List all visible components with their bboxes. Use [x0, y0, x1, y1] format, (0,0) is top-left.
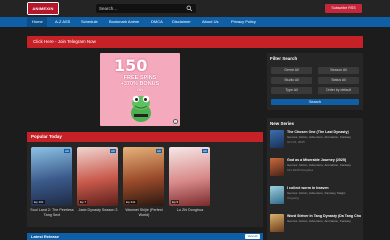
subscribe-rss-button[interactable]: Subscribe RSS — [325, 4, 362, 13]
nav-dmca[interactable]: DMCA — [151, 17, 163, 27]
series-date: Ongoing — [287, 196, 299, 200]
anime-card-title[interactable]: Lu Zhi Donghua — [166, 208, 214, 213]
latest-release-header: Latest Release View All — [27, 233, 263, 240]
ad-info-icon[interactable]: i — [173, 119, 178, 124]
nav-bookmark[interactable]: Bookmark Anime — [109, 17, 139, 27]
hd-badge: HD — [201, 149, 208, 153]
nav-schedule[interactable]: Schedule — [81, 17, 98, 27]
series-item[interactable]: Word Striver In Tang Dynasty (Da Tang Ch… — [270, 213, 361, 240]
site-logo[interactable]: ANIMEXIN — [27, 2, 59, 15]
series-genres: Genres: Action, Adventure, Animation, Fa… — [287, 135, 351, 139]
studio-select[interactable]: Studio All — [271, 77, 312, 84]
series-thumbnail[interactable] — [270, 158, 284, 176]
hd-badge: HD — [155, 149, 162, 153]
search-box[interactable]: Search... — [96, 4, 196, 13]
series-thumbnail[interactable] — [270, 186, 284, 204]
top-header: ANIMEXIN Search... Subscribe RSS — [0, 0, 390, 17]
anime-card-title[interactable]: Soul Land 2: The Peerless Tang Sect — [28, 208, 76, 218]
latest-release-heading: Latest Release — [31, 234, 60, 239]
series-title[interactable]: Word Striver In Tang Dynasty (Da Tang Ch… — [287, 214, 361, 218]
status-select[interactable]: Status All — [318, 77, 359, 84]
anime-card-poster[interactable]: HD Ep 5 — [169, 147, 210, 206]
anime-card-title[interactable]: Jade Dynasty Season 3 — [74, 208, 122, 213]
series-thumbnail[interactable] — [270, 214, 284, 232]
series-genres: Genres: Action, Adventure, Fantasy, Magi… — [287, 191, 346, 195]
filter-panel: Filter Search Genre All Season All Studi… — [267, 53, 363, 110]
main-nav: Home A-Z ASS Schedule Bookmark Anime DMC… — [0, 17, 390, 27]
nav-privacy[interactable]: Privacy Policy — [231, 17, 256, 27]
new-series-panel: New Series The Chosen One (The Last Dyna… — [267, 118, 363, 240]
series-date: Oct 2025 Donghua — [287, 168, 313, 172]
telegram-banner[interactable]: Click Here - Join Telegram Now — [27, 36, 363, 48]
new-series-heading: New Series — [270, 121, 295, 126]
filter-heading: Filter Search — [270, 56, 298, 61]
anime-card-poster[interactable]: HD Ep 101 — [31, 147, 72, 206]
series-genres: Genres: Action, Adventure, Animation, Fa… — [287, 219, 351, 223]
logo-text: ANIMEXIN — [28, 3, 58, 14]
series-date: Oct 03, 2025 — [287, 140, 305, 144]
series-item[interactable]: The Chosen One (The Last Dynasty) Genres… — [270, 129, 360, 156]
episode-badge: Ep 5 — [171, 200, 180, 204]
episode-badge: Ep 7 — [79, 200, 88, 204]
popular-today-heading: Popular Today — [31, 134, 62, 139]
search-icon[interactable] — [186, 5, 193, 12]
genre-select[interactable]: Genre All — [271, 67, 312, 74]
anime-card-title[interactable]: Wanmei Shijie (Perfect World) — [120, 208, 168, 218]
series-item[interactable]: I collect worm in heaven Genres: Action,… — [270, 185, 360, 212]
hd-badge: HD — [63, 149, 70, 153]
episode-badge: Ep 241 — [125, 200, 137, 204]
nav-about[interactable]: About Us — [202, 17, 218, 27]
series-item[interactable]: God as a Miserable Journey (2025) Genres… — [270, 157, 360, 184]
nav-disclaimer[interactable]: Disclaimer — [172, 17, 191, 27]
ad-headline: 150 — [114, 56, 148, 75]
series-thumbnail[interactable] — [270, 130, 284, 148]
season-select[interactable]: Season All — [318, 67, 359, 74]
popular-today-header: Popular Today — [27, 132, 263, 142]
nav-az[interactable]: A-Z ASS — [55, 17, 70, 27]
frog-mascot-icon — [131, 95, 151, 122]
filter-search-button[interactable]: Search — [271, 99, 359, 105]
hd-badge: HD — [109, 149, 116, 153]
view-all-button[interactable]: View All — [245, 234, 260, 239]
order-select[interactable]: Order by default — [318, 87, 359, 94]
series-title[interactable]: God as a Miserable Journey (2025) — [287, 158, 361, 162]
anime-card-poster[interactable]: HD Ep 7 — [77, 147, 118, 206]
search-input[interactable]: Search... — [99, 5, 117, 12]
series-title[interactable]: I collect worm in heaven — [287, 186, 361, 190]
nav-home[interactable]: Home — [27, 17, 47, 27]
advertisement[interactable]: 150 FREE SPINS +370% BONUS ON i — [100, 53, 180, 126]
series-genres: Genres: Action, Adventure, Animation, Fa… — [287, 163, 351, 167]
episode-badge: Ep 101 — [33, 200, 45, 204]
anime-card-poster[interactable]: HD Ep 241 — [123, 147, 164, 206]
series-title[interactable]: The Chosen One (The Last Dynasty) — [287, 130, 361, 134]
banner-text: Click Here - Join Telegram Now — [33, 39, 96, 44]
type-select[interactable]: Type All — [271, 87, 312, 94]
